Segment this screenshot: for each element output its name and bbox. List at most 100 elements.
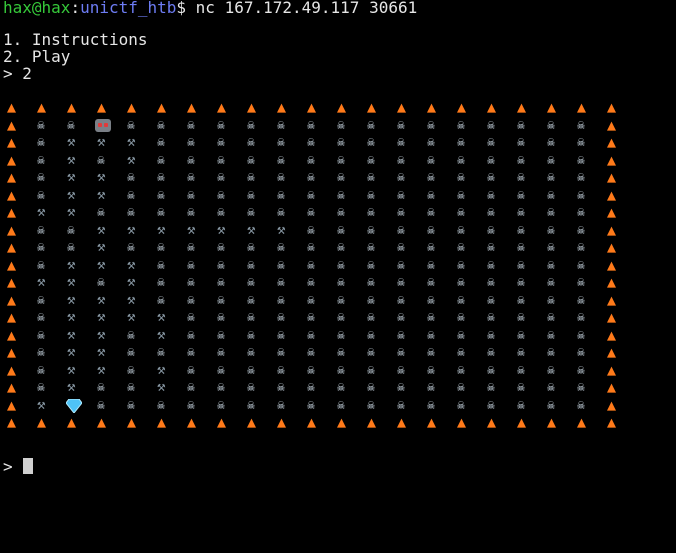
skull-crossbones-icon: ☠ bbox=[517, 345, 525, 360]
fire-icon: ▲ bbox=[7, 133, 17, 151]
skull-crossbones-icon: ☠ bbox=[247, 240, 255, 255]
skull-crossbones-icon: ☠ bbox=[397, 275, 405, 290]
fire-icon: ▲ bbox=[607, 133, 617, 151]
wrench-icon: ⚒ bbox=[157, 309, 166, 325]
skull-crossbones-icon: ☠ bbox=[367, 292, 375, 308]
skull-crossbones-icon: ☠ bbox=[307, 152, 315, 168]
skull-crossbones-icon: ☠ bbox=[277, 135, 285, 150]
skull-crossbones-icon: ☠ bbox=[337, 205, 345, 220]
fire-icon: ▲ bbox=[517, 98, 527, 116]
skull-crossbones-icon: ☠ bbox=[427, 275, 435, 290]
skull-crossbones-icon: ☠ bbox=[217, 152, 225, 168]
wrench-icon: ⚒ bbox=[67, 274, 76, 290]
skull-crossbones-icon: ☠ bbox=[217, 240, 225, 255]
skull-crossbones-icon: ☠ bbox=[547, 345, 555, 360]
skull-crossbones-icon: ☠ bbox=[427, 170, 435, 185]
skull-crossbones-icon: ☠ bbox=[247, 362, 255, 378]
skull-crossbones-icon: ☠ bbox=[277, 380, 285, 395]
skull-crossbones-icon: ☠ bbox=[577, 345, 585, 360]
wrench-icon: ⚒ bbox=[157, 361, 166, 378]
skull-crossbones-icon: ☠ bbox=[457, 187, 465, 203]
skull-crossbones-icon: ☠ bbox=[427, 187, 435, 203]
fire-icon: ▲ bbox=[607, 290, 617, 309]
skull-crossbones-icon: ☠ bbox=[277, 345, 285, 360]
skull-crossbones-icon: ☠ bbox=[517, 240, 525, 255]
skull-crossbones-icon: ☠ bbox=[337, 187, 345, 203]
fire-icon: ▲ bbox=[367, 413, 377, 431]
skull-crossbones-icon: ☠ bbox=[367, 205, 375, 220]
skull-crossbones-icon: ☠ bbox=[427, 310, 435, 325]
skull-crossbones-icon: ☠ bbox=[307, 205, 315, 220]
skull-crossbones-icon: ☠ bbox=[307, 310, 315, 325]
fire-icon: ▲ bbox=[7, 220, 17, 239]
skull-crossbones-icon: ☠ bbox=[367, 380, 375, 395]
skull-crossbones-icon: ☠ bbox=[277, 362, 285, 378]
text-cursor[interactable] bbox=[23, 458, 33, 474]
skull-crossbones-icon: ☠ bbox=[517, 135, 525, 150]
menu-option-play: 2. Play bbox=[3, 47, 71, 66]
skull-crossbones-icon: ☠ bbox=[157, 152, 165, 168]
skull-crossbones-icon: ☠ bbox=[397, 135, 405, 150]
skull-crossbones-icon: ☠ bbox=[157, 117, 165, 133]
skull-crossbones-icon: ☠ bbox=[127, 240, 135, 255]
skull-crossbones-icon: ☠ bbox=[547, 187, 555, 203]
skull-crossbones-icon: ☠ bbox=[457, 397, 465, 413]
skull-crossbones-icon: ☠ bbox=[427, 205, 435, 220]
skull-crossbones-icon: ☠ bbox=[277, 275, 285, 290]
skull-crossbones-icon: ☠ bbox=[217, 117, 225, 133]
skull-crossbones-icon: ☠ bbox=[187, 170, 195, 185]
skull-crossbones-icon: ☠ bbox=[217, 345, 225, 360]
skull-crossbones-icon: ☠ bbox=[517, 362, 525, 378]
fire-icon: ▲ bbox=[427, 98, 437, 116]
fire-icon: ▲ bbox=[277, 413, 287, 431]
fire-icon: ▲ bbox=[397, 413, 407, 431]
wrench-icon: ⚒ bbox=[157, 379, 166, 395]
skull-crossbones-icon: ☠ bbox=[547, 310, 555, 325]
skull-crossbones-icon: ☠ bbox=[127, 397, 135, 413]
skull-crossbones-icon: ☠ bbox=[577, 362, 585, 378]
wrench-icon: ⚒ bbox=[97, 239, 106, 255]
skull-crossbones-icon: ☠ bbox=[247, 327, 255, 343]
fire-icon: ▲ bbox=[397, 98, 407, 116]
skull-crossbones-icon: ☠ bbox=[487, 397, 495, 413]
wrench-icon: ⚒ bbox=[97, 256, 106, 273]
skull-crossbones-icon: ☠ bbox=[217, 310, 225, 325]
skull-crossbones-icon: ☠ bbox=[427, 362, 435, 378]
wrench-icon: ⚒ bbox=[67, 204, 76, 220]
shell-prompt-line: hax@hax:unictf_htb$ nc 167.172.49.117 30… bbox=[3, 0, 417, 16]
wrench-icon: ⚒ bbox=[97, 186, 106, 203]
skull-crossbones-icon: ☠ bbox=[517, 257, 525, 273]
skull-crossbones-icon: ☠ bbox=[427, 117, 435, 133]
skull-crossbones-icon: ☠ bbox=[427, 345, 435, 360]
skull-crossbones-icon: ☠ bbox=[577, 170, 585, 185]
skull-crossbones-icon: ☠ bbox=[457, 362, 465, 378]
skull-crossbones-icon: ☠ bbox=[337, 327, 345, 343]
skull-crossbones-icon: ☠ bbox=[397, 152, 405, 168]
skull-crossbones-icon: ☠ bbox=[187, 292, 195, 308]
skull-crossbones-icon: ☠ bbox=[547, 292, 555, 308]
skull-crossbones-icon: ☠ bbox=[247, 187, 255, 203]
skull-crossbones-icon: ☠ bbox=[217, 275, 225, 290]
skull-crossbones-icon: ☠ bbox=[157, 170, 165, 185]
skull-crossbones-icon: ☠ bbox=[487, 205, 495, 220]
fire-icon: ▲ bbox=[7, 343, 17, 361]
wrench-icon: ⚒ bbox=[67, 186, 76, 203]
skull-crossbones-icon: ☠ bbox=[337, 362, 345, 378]
fire-icon: ▲ bbox=[7, 395, 17, 414]
wrench-icon: ⚒ bbox=[127, 221, 136, 238]
skull-crossbones-icon: ☠ bbox=[217, 292, 225, 308]
skull-crossbones-icon: ☠ bbox=[397, 362, 405, 378]
wrench-icon: ⚒ bbox=[97, 134, 106, 150]
prompt-path: unictf_htb bbox=[80, 0, 177, 17]
skull-crossbones-icon: ☠ bbox=[487, 310, 495, 325]
skull-crossbones-icon: ☠ bbox=[37, 257, 45, 273]
skull-crossbones-icon: ☠ bbox=[157, 240, 165, 255]
fire-icon: ▲ bbox=[277, 98, 287, 116]
terminal-window[interactable]: hax@hax:unictf_htb$ nc 167.172.49.117 30… bbox=[0, 0, 676, 553]
skull-crossbones-icon: ☠ bbox=[427, 240, 435, 255]
skull-crossbones-icon: ☠ bbox=[307, 135, 315, 150]
skull-crossbones-icon: ☠ bbox=[37, 135, 45, 150]
fire-icon: ▲ bbox=[607, 325, 617, 344]
fire-icon: ▲ bbox=[7, 290, 17, 309]
skull-crossbones-icon: ☠ bbox=[97, 397, 105, 413]
